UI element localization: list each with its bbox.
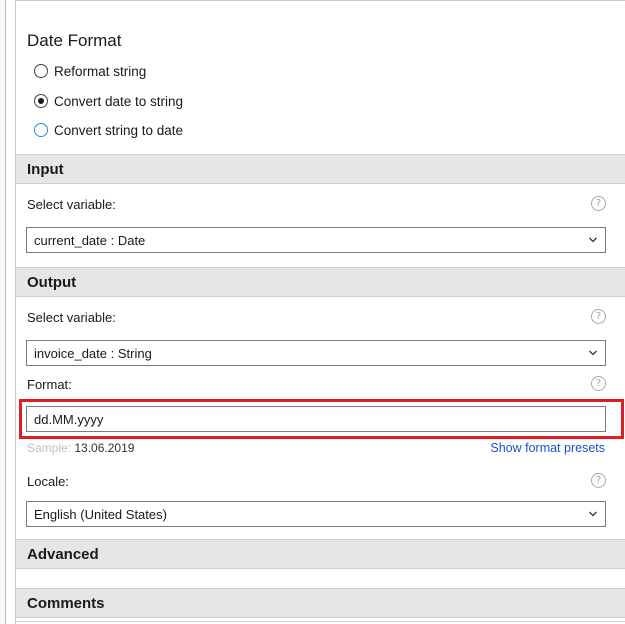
radio-reformat-string[interactable]: Reformat string xyxy=(34,62,146,80)
locale-select[interactable]: English (United States) xyxy=(26,501,606,527)
locale-label: Locale: xyxy=(27,474,69,489)
input-variable-select[interactable]: current_date : Date xyxy=(26,227,606,253)
help-icon[interactable]: ? xyxy=(591,376,606,391)
section-title: Output xyxy=(27,274,77,291)
chevron-down-icon xyxy=(589,237,597,243)
sample-label: Sample: xyxy=(27,441,72,455)
outer-panel-edge xyxy=(0,0,6,624)
format-input[interactable] xyxy=(26,406,606,432)
radio-button-icon[interactable] xyxy=(34,123,48,137)
section-header-input[interactable]: Input xyxy=(16,154,625,184)
section-header-comments[interactable]: Comments xyxy=(16,588,625,618)
panel-bottom-divider xyxy=(16,621,625,622)
sample-value: 13.06.2019 xyxy=(74,441,135,455)
radio-button-icon[interactable] xyxy=(34,64,48,78)
radio-convert-string-to-date[interactable]: Convert string to date xyxy=(34,121,183,139)
format-sample: Sample: 13.06.2019 xyxy=(27,441,134,455)
show-format-presets-link[interactable]: Show format presets xyxy=(490,441,605,455)
select-value: invoice_date : String xyxy=(34,346,152,361)
output-select-variable-label: Select variable: xyxy=(27,310,116,325)
chevron-down-icon xyxy=(589,350,597,356)
chevron-down-icon xyxy=(589,511,597,517)
section-header-advanced[interactable]: Advanced xyxy=(16,539,625,569)
radio-button-checked-icon[interactable] xyxy=(34,94,48,108)
radio-label: Convert date to string xyxy=(54,93,184,109)
section-header-output[interactable]: Output xyxy=(16,267,625,297)
help-icon[interactable]: ? xyxy=(591,309,606,324)
radio-convert-date-to-string[interactable]: Convert date to string xyxy=(34,92,183,110)
help-icon[interactable]: ? xyxy=(591,196,606,211)
select-value: current_date : Date xyxy=(34,233,146,248)
section-title: Input xyxy=(27,161,64,178)
section-title: Comments xyxy=(27,595,105,612)
input-select-variable-label: Select variable: xyxy=(27,197,116,212)
radio-label: Convert string to date xyxy=(54,122,184,138)
date-format-panel: Date Format Reformat string Convert date… xyxy=(15,0,625,624)
output-variable-select[interactable]: invoice_date : String xyxy=(26,340,606,366)
section-title: Advanced xyxy=(27,546,99,563)
select-value: English (United States) xyxy=(34,507,167,522)
radio-label: Reformat string xyxy=(54,63,147,79)
panel-title: Date Format xyxy=(27,31,122,50)
help-icon[interactable]: ? xyxy=(591,473,606,488)
format-label: Format: xyxy=(27,377,72,392)
